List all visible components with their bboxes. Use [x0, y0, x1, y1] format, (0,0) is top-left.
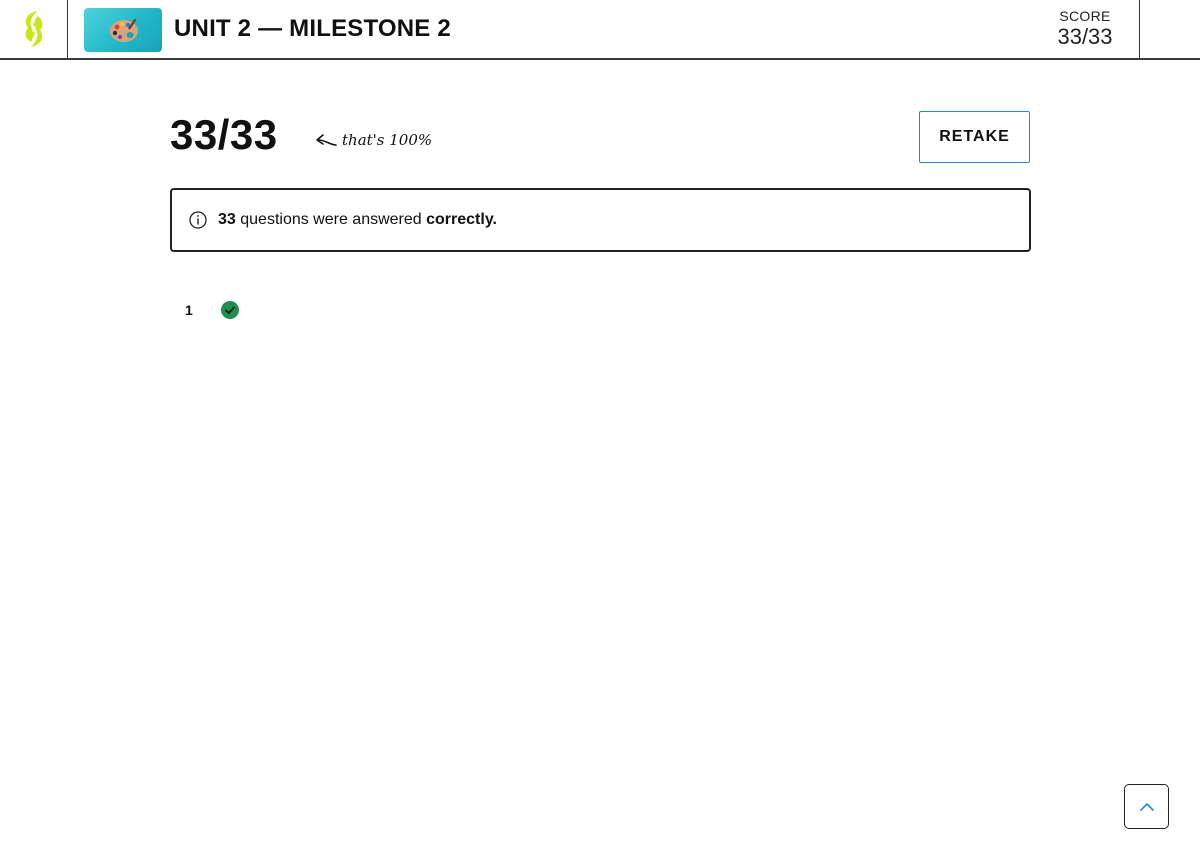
header-menu-cell[interactable] — [1139, 0, 1200, 58]
notice-middle: questions were answered — [235, 211, 427, 228]
notice-text: 33 questions were answered correctly. — [218, 211, 497, 229]
result-score: 33/33 — [170, 111, 278, 158]
retake-button[interactable]: RETAKE — [919, 111, 1030, 163]
unit-thumbnail — [84, 8, 162, 52]
info-icon — [188, 210, 208, 230]
score-value: 33/33 — [1057, 24, 1113, 49]
notice-emphasis: correctly. — [426, 211, 497, 228]
correct-check-icon — [220, 300, 240, 320]
logo[interactable] — [0, 0, 68, 58]
logo-icon — [25, 11, 42, 47]
header-score: SCORE 33/33 — [1040, 8, 1130, 50]
result-notice: 33 questions were answered correctly. — [170, 188, 1031, 252]
annotation-text: that's 100% — [342, 131, 433, 149]
chevron-up-icon — [1139, 802, 1154, 811]
question-number: 1 — [185, 302, 193, 318]
score-label: SCORE — [1059, 8, 1111, 24]
scroll-to-top-button[interactable] — [1124, 784, 1169, 829]
top-bar: UNIT 2 — MILESTONE 2 SCORE 33/33 — [0, 0, 1200, 60]
curved-arrow-left-icon — [316, 134, 337, 146]
score-annotation: that's 100% — [314, 130, 432, 150]
question-row[interactable]: 1 — [183, 300, 240, 320]
page-title: UNIT 2 — MILESTONE 2 — [174, 15, 451, 42]
correct-count: 33 — [218, 211, 236, 228]
art-palette-icon — [110, 18, 138, 42]
